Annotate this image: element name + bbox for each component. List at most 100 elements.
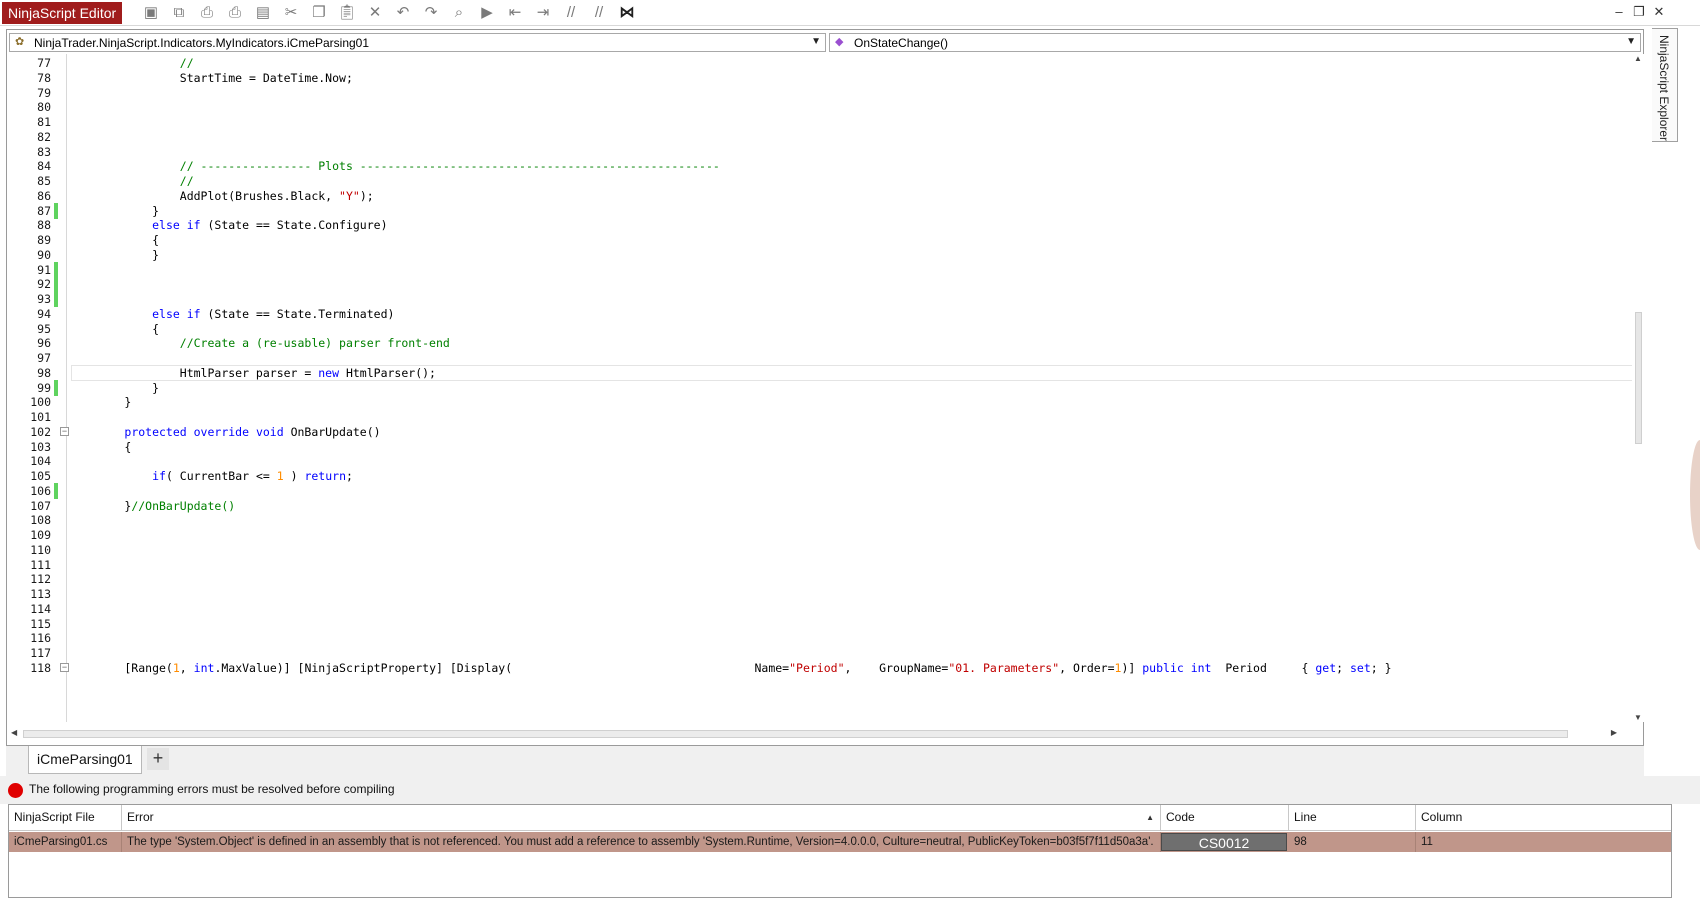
code-line[interactable]: 93 — [9, 291, 1609, 307]
indent-icon[interactable]: ⇥ — [532, 3, 554, 23]
member-selector[interactable]: ◆ OnStateChange() ▼ — [829, 33, 1641, 52]
add-tab-button[interactable]: + — [147, 748, 169, 770]
horizontal-scrollbar[interactable]: ◀ ▶ — [9, 727, 1641, 741]
find-icon[interactable]: ⌕ — [448, 3, 470, 23]
copy-icon[interactable]: ❐ — [308, 3, 330, 23]
undo-icon[interactable]: ↶ — [392, 3, 414, 23]
scroll-up-icon[interactable]: ▲ — [1634, 54, 1642, 63]
code-line[interactable]: 103 { — [9, 439, 1609, 455]
code-line[interactable]: 79 — [9, 85, 1609, 101]
title-bar: NinjaScript Editor ▣ ⧉ ⎙ ⎙ ▤ ✂ ❐ 📋︎ ✕ ↶ … — [0, 0, 1700, 26]
code-line[interactable]: 81 — [9, 114, 1609, 130]
code-line[interactable]: 102− protected override void OnBarUpdate… — [9, 424, 1609, 440]
line-number: 96 — [37, 336, 51, 351]
code-line[interactable]: 87 } — [9, 202, 1609, 219]
code-line[interactable]: 108 — [9, 512, 1609, 528]
code-line[interactable]: 88 else if (State == State.Configure) — [9, 217, 1609, 233]
code-text: AddPlot(Brushes.Black, "Y"); — [69, 188, 374, 203]
code-line[interactable]: 118− [Range(1, int.MaxValue)] [NinjaScri… — [9, 660, 1609, 676]
line-number: 113 — [30, 587, 51, 601]
close-button[interactable]: ✕ — [1650, 4, 1668, 20]
delete-icon[interactable]: ✕ — [364, 3, 386, 23]
code-line[interactable]: 85 // — [9, 173, 1609, 189]
redo-icon[interactable]: ↷ — [420, 3, 442, 23]
tab-icmeparsing01[interactable]: iCmeParsing01 — [28, 746, 142, 774]
code-line[interactable]: 94 else if (State == State.Terminated) — [9, 306, 1609, 322]
code-line[interactable]: 91 — [9, 261, 1609, 278]
save-all-icon[interactable]: ⧉ — [168, 3, 190, 23]
code-text: } — [69, 247, 160, 262]
code-line[interactable]: 114 — [9, 601, 1609, 617]
column-header-line[interactable]: Line — [1289, 805, 1416, 831]
vertical-scrollbar[interactable]: ▲ ▼ — [1632, 54, 1644, 722]
scroll-right-icon[interactable]: ▶ — [1611, 728, 1617, 737]
line-number: 86 — [37, 188, 51, 203]
code-line[interactable]: 86 AddPlot(Brushes.Black, "Y"); — [9, 188, 1609, 204]
code-line[interactable]: 99 } — [9, 379, 1609, 396]
restore-button[interactable]: ❐ — [1630, 4, 1648, 20]
code-line[interactable]: 83 — [9, 144, 1609, 160]
save-icon[interactable]: ▣ — [140, 3, 162, 23]
table-row[interactable]: iCmeParsing01.cs The type 'System.Object… — [9, 832, 1671, 852]
line-number: 99 — [37, 380, 51, 395]
horizontal-scroll-thumb[interactable] — [23, 730, 1568, 738]
code-line[interactable]: 84 // ---------------- Plots -----------… — [9, 158, 1609, 174]
code-line[interactable]: 77 // — [9, 55, 1609, 71]
code-line[interactable]: 98 HtmlParser parser = new HtmlParser(); — [9, 365, 1609, 381]
code-line[interactable]: 78 StartTime = DateTime.Now; — [9, 70, 1609, 86]
code-line[interactable]: 105 if( CurrentBar <= 1 ) return; — [9, 468, 1609, 484]
code-text-area[interactable]: 77 //78 StartTime = DateTime.Now; 79 80 81 8… — [9, 54, 1639, 722]
code-line[interactable]: 116 — [9, 630, 1609, 646]
cut-icon[interactable]: ✂ — [280, 3, 302, 23]
print-preview-icon[interactable]: ⎙ — [224, 3, 246, 23]
outdent-icon[interactable]: ⇤ — [504, 3, 526, 23]
comment-icon[interactable]: // — [560, 3, 582, 23]
code-line[interactable]: 112 — [9, 571, 1609, 587]
code-line[interactable]: 117 — [9, 645, 1609, 661]
scroll-left-icon[interactable]: ◀ — [11, 728, 17, 737]
code-line[interactable]: 82 — [9, 129, 1609, 145]
minimize-button[interactable]: ‒ — [1610, 4, 1628, 20]
column-header-code[interactable]: Code — [1161, 805, 1289, 831]
code-line[interactable]: 101 — [9, 409, 1609, 425]
code-line[interactable]: 104 — [9, 453, 1609, 469]
code-line[interactable]: 113 — [9, 586, 1609, 602]
code-line[interactable]: 90 } — [9, 247, 1609, 263]
visual-studio-icon[interactable]: ⋈ — [616, 3, 638, 23]
vertical-scroll-thumb[interactable] — [1635, 312, 1642, 444]
uncomment-icon[interactable]: // — [588, 3, 610, 23]
print-icon[interactable]: ⎙ — [196, 3, 218, 23]
class-selector[interactable]: ✿ NinjaTrader.NinjaScript.Indicators.MyI… — [9, 33, 826, 52]
code-line[interactable]: 92 — [9, 276, 1609, 293]
scroll-down-icon[interactable]: ▼ — [1634, 713, 1642, 722]
code-line[interactable]: 97 — [9, 350, 1609, 366]
properties-icon[interactable]: ▤ — [252, 3, 274, 23]
code-line[interactable]: 107 }//OnBarUpdate() — [9, 498, 1609, 514]
line-number: 114 — [30, 601, 51, 616]
collapse-icon[interactable]: − — [60, 662, 69, 672]
code-line[interactable]: 100 } — [9, 394, 1609, 410]
window-controls: ‒ ❐ ✕ — [1608, 4, 1668, 20]
code-line[interactable]: 111 — [9, 557, 1609, 573]
column-header-error[interactable]: Error ▲ — [122, 805, 1161, 831]
line-number: 94 — [37, 306, 51, 321]
line-number: 85 — [37, 174, 51, 188]
code-line[interactable]: 106 — [9, 482, 1609, 499]
line-number: 116 — [30, 631, 51, 646]
code-line[interactable]: 109 — [9, 527, 1609, 543]
code-line[interactable]: 115 — [9, 616, 1609, 632]
code-line[interactable]: 80 — [9, 99, 1609, 115]
column-header-column[interactable]: Column — [1416, 805, 1671, 831]
code-line[interactable]: 89 { — [9, 232, 1609, 248]
code-line[interactable]: 110 — [9, 542, 1609, 558]
compile-icon[interactable]: ▶ — [476, 3, 498, 23]
paste-icon[interactable]: 📋︎ — [336, 3, 358, 23]
line-number: 112 — [30, 572, 51, 587]
ninjascript-explorer-tab[interactable]: NinjaScript Explorer — [1652, 28, 1678, 142]
collapse-icon[interactable]: − — [60, 426, 69, 436]
line-number: 97 — [37, 351, 51, 365]
column-header-file[interactable]: NinjaScript File — [9, 805, 122, 831]
code-line[interactable]: 95 { — [9, 321, 1609, 337]
code-line[interactable]: 96 //Create a (re-usable) parser front-e… — [9, 335, 1609, 351]
cell-code: CS0012 — [1161, 833, 1287, 851]
